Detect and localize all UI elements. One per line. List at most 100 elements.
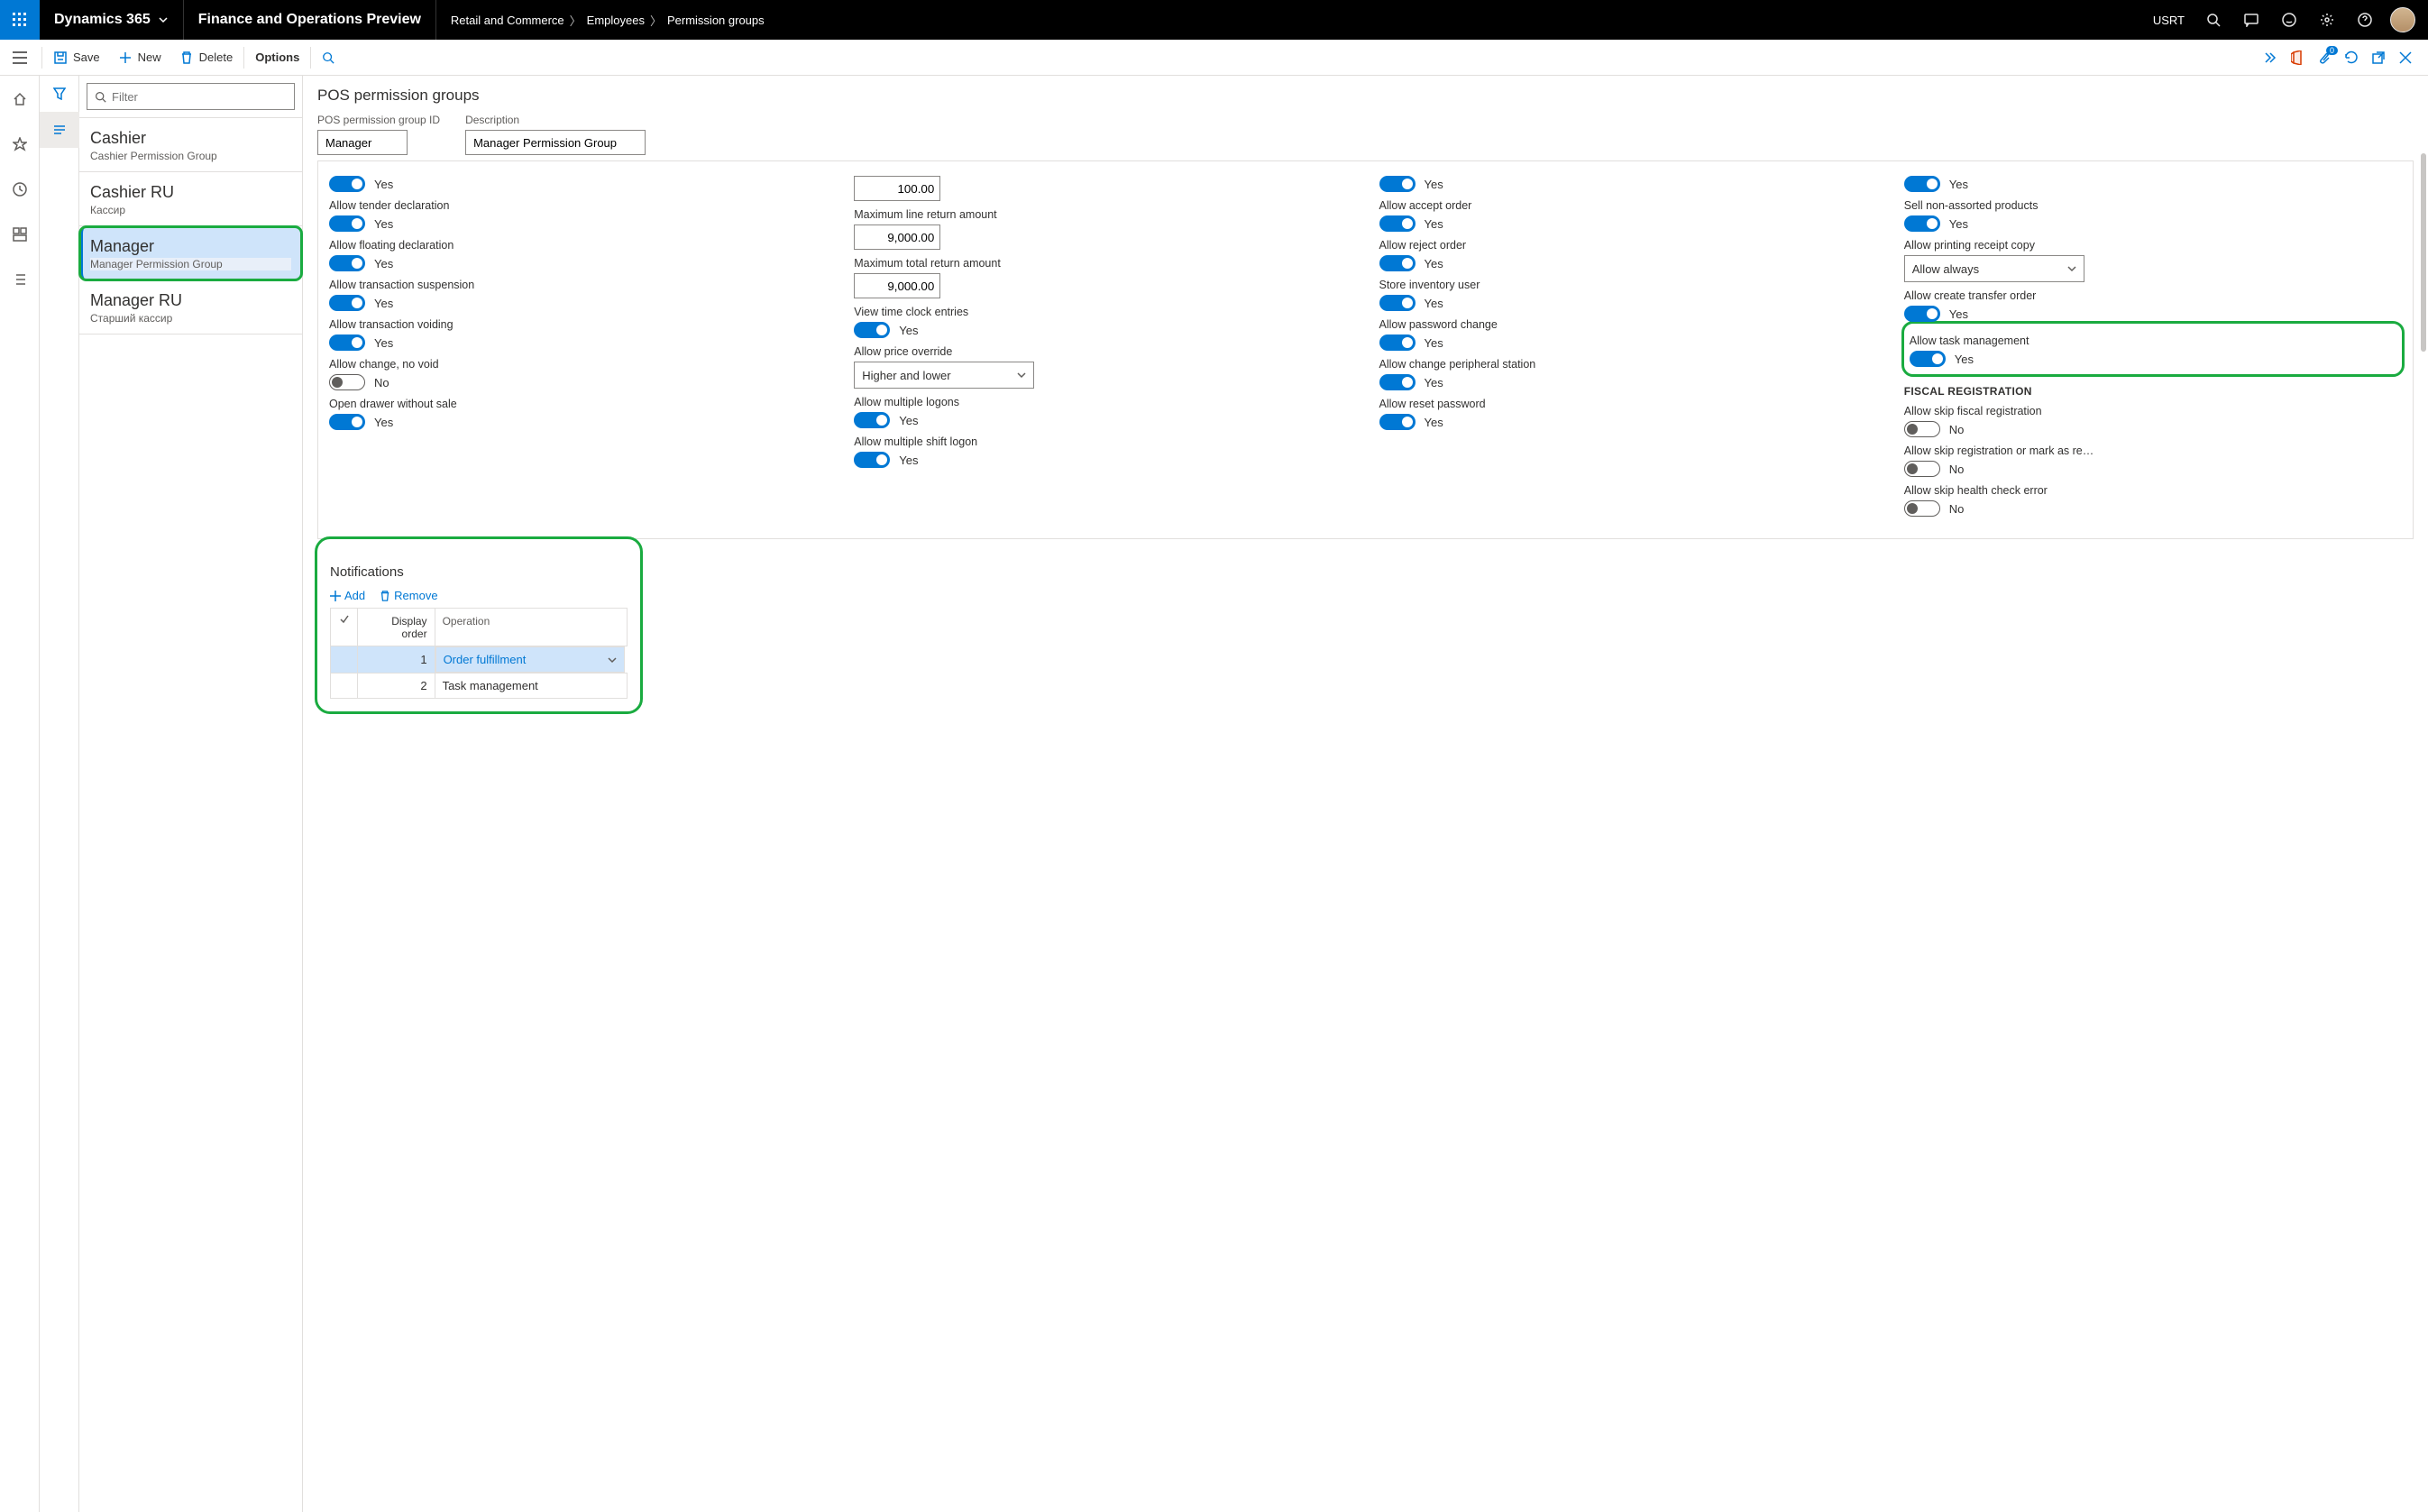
table-row[interactable]: 2 Task management — [331, 674, 628, 699]
group-id-input[interactable] — [317, 130, 408, 155]
modules-nav[interactable] — [0, 263, 40, 296]
close-icon — [2399, 51, 2412, 64]
permission-field: Allow change peripheral station Yes — [1379, 358, 1877, 390]
chevron-down-icon[interactable] — [608, 655, 617, 664]
toggle[interactable] — [1904, 306, 1940, 322]
toggle-value: No — [1949, 423, 1965, 436]
toggle[interactable] — [1379, 414, 1416, 430]
field-label: Store inventory user — [1379, 279, 1877, 291]
crumb[interactable]: Employees — [587, 14, 645, 27]
options-button[interactable]: Options — [246, 40, 308, 76]
toggle-value: Yes — [374, 257, 393, 270]
recent-nav[interactable] — [0, 173, 40, 206]
workspaces-nav[interactable] — [0, 218, 40, 251]
toggle[interactable] — [1904, 421, 1940, 437]
toggle[interactable] — [329, 255, 365, 271]
favorites-nav[interactable] — [0, 128, 40, 160]
toggle[interactable] — [1904, 500, 1940, 517]
field-label: Allow reject order — [1379, 239, 1877, 252]
toggle[interactable] — [854, 322, 890, 338]
permission-field: Allow multiple shift logon Yes — [854, 435, 1351, 468]
form-area: POS permission groups POS permission gro… — [303, 76, 2428, 1512]
col-header[interactable]: Operation — [435, 609, 627, 646]
toggle[interactable] — [1379, 295, 1416, 311]
filter-input[interactable] — [112, 90, 287, 104]
list-item-selected[interactable]: Manager Manager Permission Group — [79, 226, 302, 280]
help-button[interactable] — [2347, 0, 2383, 40]
permission-field: Allow floating declaration Yes — [329, 239, 827, 271]
crumb[interactable]: Permission groups — [667, 14, 765, 27]
toggle[interactable] — [1379, 255, 1416, 271]
permission-field: Allow skip fiscal registration No — [1904, 405, 2402, 437]
home-icon — [13, 92, 27, 106]
org-label[interactable]: USRT — [2144, 14, 2194, 27]
messages-button[interactable] — [2233, 0, 2269, 40]
settings-button[interactable] — [2309, 0, 2345, 40]
toggle[interactable] — [1379, 176, 1416, 192]
attachments-button[interactable]: 0 — [2316, 50, 2332, 66]
field-label: Description — [465, 114, 646, 126]
plus-icon — [118, 50, 133, 65]
col-header[interactable]: Display order — [358, 609, 435, 646]
refresh-button[interactable] — [2343, 50, 2359, 66]
user-avatar[interactable] — [2385, 0, 2421, 40]
office-icon[interactable] — [2289, 50, 2305, 66]
toggle[interactable] — [329, 334, 365, 351]
toolbar-search[interactable] — [313, 40, 344, 76]
nav-toggle[interactable] — [0, 40, 40, 76]
list-item[interactable]: Cashier Cashier Permission Group — [79, 118, 302, 172]
close-button[interactable] — [2397, 50, 2414, 66]
toggle[interactable] — [1904, 176, 1940, 192]
connector-icon[interactable] — [2262, 50, 2278, 66]
number-field: Maximum total return amount — [854, 257, 1351, 298]
search-button[interactable] — [2195, 0, 2231, 40]
permission-field: Allow tender declaration Yes — [329, 199, 827, 232]
list-item[interactable]: Cashier RU Кассир — [79, 172, 302, 226]
home-nav[interactable] — [0, 83, 40, 115]
new-button[interactable]: New — [109, 40, 170, 76]
select-input[interactable]: Allow always — [1904, 255, 2084, 282]
toggle[interactable] — [854, 452, 890, 468]
app-launcher[interactable] — [0, 0, 40, 40]
delete-button[interactable]: Delete — [170, 40, 243, 76]
toggle[interactable] — [329, 176, 365, 192]
trash-icon — [179, 50, 194, 65]
number-input[interactable] — [854, 176, 940, 201]
toggle[interactable] — [854, 412, 890, 428]
toggle[interactable] — [329, 215, 365, 232]
select-input[interactable]: Higher and lower — [854, 362, 1034, 389]
field-label: Allow multiple logons — [854, 396, 1351, 408]
field-label: Allow skip health check error — [1904, 484, 2402, 497]
filter-tab[interactable] — [40, 76, 79, 112]
toggle[interactable] — [1910, 351, 1946, 367]
toggle[interactable] — [329, 414, 365, 430]
refresh-icon — [2344, 50, 2359, 65]
scrollbar[interactable] — [2421, 153, 2426, 352]
list-item[interactable]: Manager RU Старший кассир — [79, 280, 302, 334]
toggle[interactable] — [329, 295, 365, 311]
table-row[interactable]: 1 Order fulfillment — [331, 646, 628, 674]
feedback-button[interactable] — [2271, 0, 2307, 40]
list-item-sub: Manager Permission Group — [90, 258, 291, 270]
toggle-value: Yes — [374, 416, 393, 429]
toggle[interactable] — [329, 374, 365, 390]
save-button[interactable]: Save — [44, 40, 109, 76]
number-input[interactable] — [854, 273, 940, 298]
toggle-value: Yes — [1425, 178, 1443, 191]
app-name[interactable]: Dynamics 365 — [40, 0, 184, 40]
description-input[interactable] — [465, 130, 646, 155]
toggle[interactable] — [1379, 215, 1416, 232]
toggle[interactable] — [1379, 374, 1416, 390]
toggle[interactable] — [1379, 334, 1416, 351]
toggle[interactable] — [1904, 215, 1940, 232]
toggle[interactable] — [1904, 461, 1940, 477]
col-select[interactable] — [331, 609, 358, 646]
list-tab[interactable] — [40, 112, 79, 148]
crumb[interactable]: Retail and Commerce — [451, 14, 564, 27]
field-label: Maximum total return amount — [854, 257, 1351, 270]
field-label: Allow transaction suspension — [329, 279, 827, 291]
number-input[interactable] — [854, 225, 940, 250]
add-button[interactable]: Add — [330, 589, 365, 602]
popout-button[interactable] — [2370, 50, 2387, 66]
remove-button[interactable]: Remove — [380, 589, 437, 602]
